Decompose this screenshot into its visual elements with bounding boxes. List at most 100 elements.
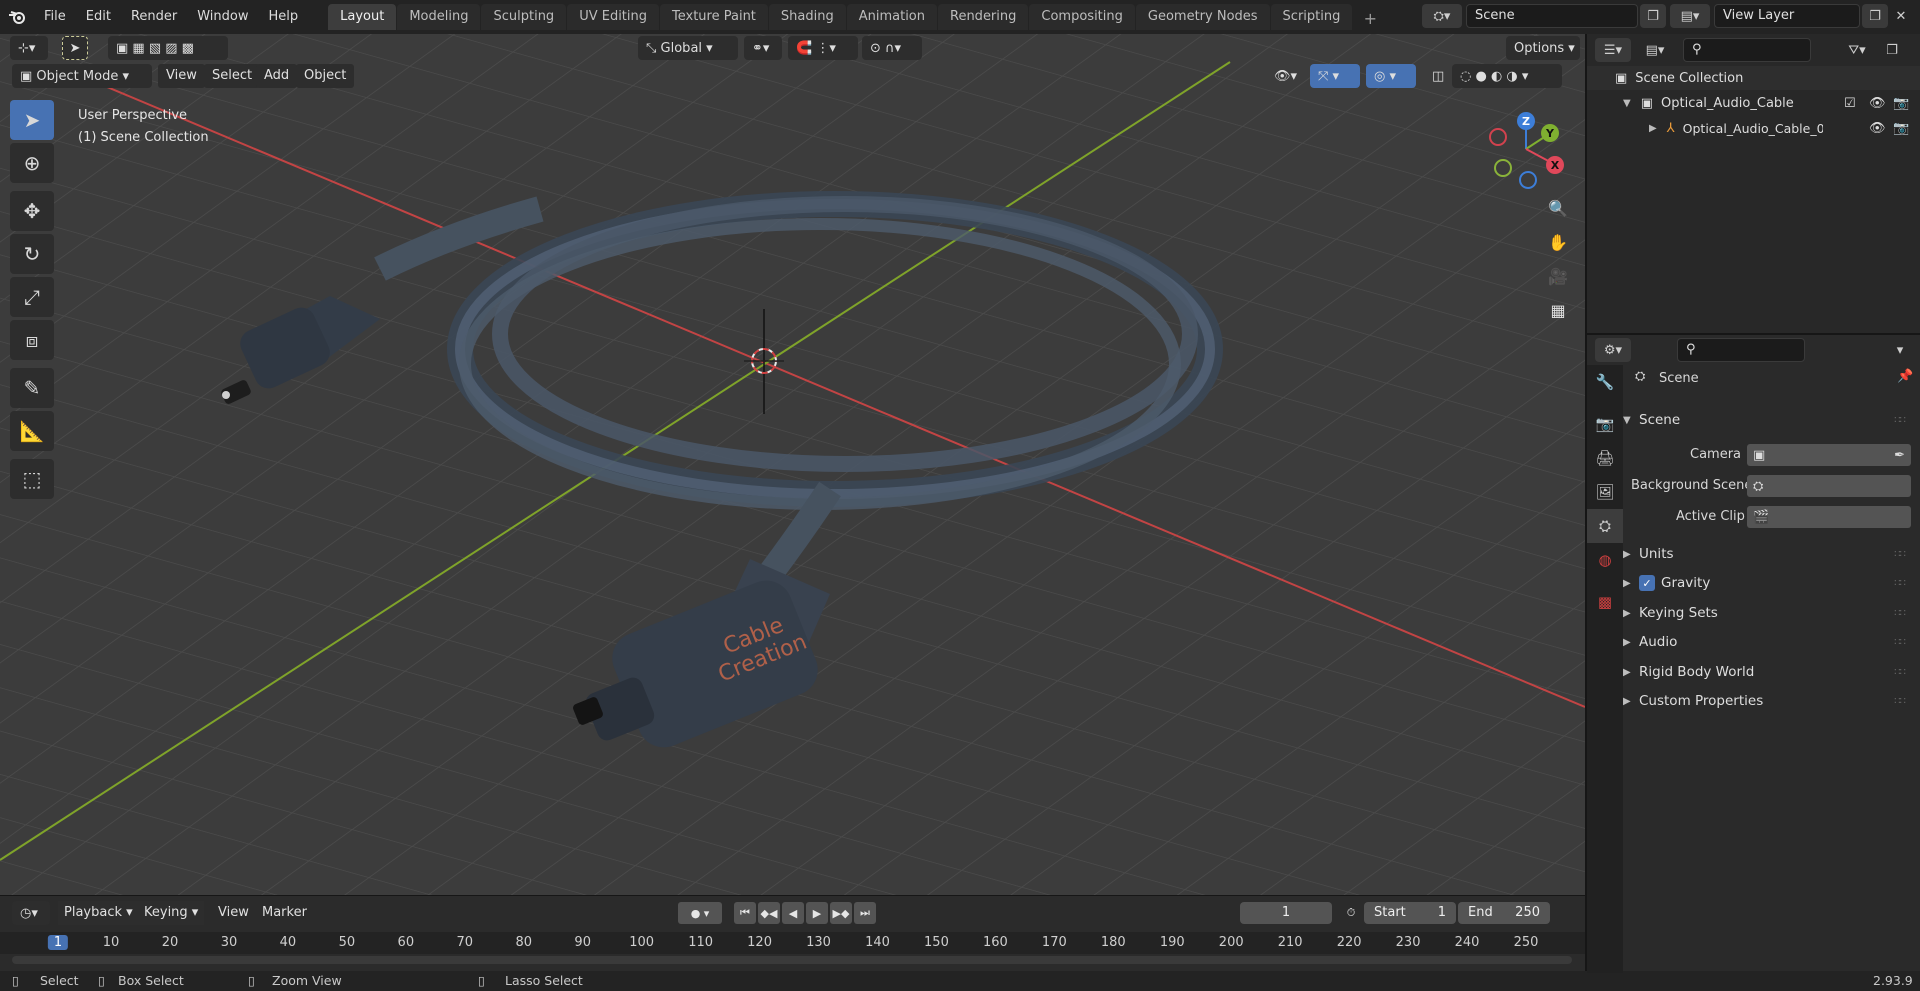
jump-next-keyframe-icon[interactable]: ▶◆: [830, 902, 852, 924]
menu-help[interactable]: Help: [259, 0, 309, 34]
timeline-menu-view[interactable]: View: [212, 901, 255, 925]
menu-edit[interactable]: Edit: [76, 0, 121, 34]
object-mode-dropdown[interactable]: ▣ Object Mode ▾: [12, 64, 152, 88]
timeline-menu-keying[interactable]: Keying ▾: [138, 901, 205, 925]
tab-shading[interactable]: Shading: [768, 4, 846, 30]
properties-search-input[interactable]: ⚲: [1677, 338, 1805, 362]
drag-grip-icon[interactable]: ∷∷: [1894, 549, 1906, 560]
panel-units[interactable]: ▶ Units ∷∷: [1623, 541, 1913, 567]
tab-texture-paint[interactable]: Texture Paint: [660, 4, 768, 30]
ortho-toggle-icon[interactable]: ▦: [1544, 296, 1572, 324]
options-dropdown[interactable]: Options ▾: [1506, 36, 1580, 60]
drag-grip-icon[interactable]: ∷∷: [1894, 608, 1906, 619]
3d-viewport[interactable]: Cable Creation Z Y X ⊹▾ ➤ ▣ ▦ ▧ ▨ ▩ ⤡ Gl…: [0, 34, 1585, 895]
display-mode-icon[interactable]: ▤▾: [1637, 38, 1673, 62]
tab-output-icon[interactable]: 🖨: [1587, 441, 1623, 475]
menu-file[interactable]: File: [34, 0, 76, 34]
background-scene-field[interactable]: ⛭: [1747, 475, 1911, 497]
proportional-edit-icons[interactable]: ⊙ ∩▾: [862, 36, 922, 60]
rotate-tool-icon[interactable]: ↻: [10, 234, 54, 274]
play-icon[interactable]: ▶: [806, 902, 828, 924]
record-keyframes-icon[interactable]: ● ▾: [678, 902, 722, 924]
cursor-tool-icon[interactable]: ⊕: [10, 143, 54, 183]
panel-audio[interactable]: ▶ Audio ∷∷: [1623, 629, 1913, 655]
drag-grip-icon[interactable]: ∷∷: [1894, 415, 1906, 426]
tab-texture-icon[interactable]: ▩: [1587, 585, 1623, 619]
expand-arrow-icon[interactable]: ▶: [1649, 123, 1657, 134]
drag-grip-icon[interactable]: ∷∷: [1894, 578, 1906, 589]
outliner-row-collection[interactable]: ▼ ▣ Optical_Audio_Cable ☑ 👁 📷: [1587, 91, 1920, 115]
expand-arrow-icon[interactable]: ▼: [1623, 98, 1631, 109]
scene-browse-icon[interactable]: ⛭▾: [1422, 4, 1462, 28]
tab-modeling[interactable]: Modeling: [397, 4, 481, 30]
view-layer-browse-icon[interactable]: ▤▾: [1670, 4, 1710, 28]
scene-name-field[interactable]: Scene: [1466, 4, 1638, 28]
new-collection-icon[interactable]: ❐: [1881, 38, 1903, 62]
tab-sculpting[interactable]: Sculpting: [481, 4, 567, 30]
jump-prev-keyframe-icon[interactable]: ◆◀: [758, 902, 780, 924]
filter-icon[interactable]: ⛛▾: [1839, 38, 1875, 62]
visibility-icon[interactable]: 👁▾: [1266, 64, 1306, 88]
timeline-menu-playback[interactable]: Playback ▾: [58, 901, 139, 925]
panel-rigid-body-world[interactable]: ▶ Rigid Body World ∷∷: [1623, 659, 1913, 685]
blender-logo-icon[interactable]: [0, 0, 34, 34]
properties-editor-type-icon[interactable]: ⚙▾: [1595, 338, 1631, 362]
pivot-point-icon[interactable]: ⚭▾: [744, 36, 782, 60]
timeline-editor-type-icon[interactable]: ◷▾: [12, 901, 50, 925]
select-tool-icon[interactable]: ➤: [62, 36, 88, 60]
camera-view-icon[interactable]: 🎥: [1544, 262, 1572, 290]
scale-tool-icon[interactable]: ⤢: [10, 277, 54, 317]
collection-camera-icon[interactable]: 📷: [1893, 96, 1909, 111]
annotate-tool-icon[interactable]: ✎: [10, 368, 54, 408]
viewport-menu-object[interactable]: Object: [296, 64, 355, 88]
tab-animation[interactable]: Animation: [846, 4, 937, 30]
start-frame-field[interactable]: Start 1: [1364, 902, 1456, 924]
editor-type-icon[interactable]: ⊹▾: [10, 36, 48, 60]
active-clip-field[interactable]: 🎬: [1747, 506, 1911, 528]
menu-render[interactable]: Render: [121, 0, 187, 34]
add-workspace-button[interactable]: +: [1359, 8, 1381, 30]
viewport-menu-select[interactable]: Select: [204, 64, 261, 88]
timeline-menu-marker[interactable]: Marker: [256, 901, 313, 925]
overlay-toggle-icon[interactable]: ◎ ▾: [1366, 64, 1416, 88]
viewport-menu-add[interactable]: Add: [256, 64, 298, 88]
tab-compositing[interactable]: Compositing: [1029, 4, 1135, 30]
panel-gravity[interactable]: ▶ ✓ Gravity ∷∷: [1623, 570, 1913, 596]
tab-scripting[interactable]: Scripting: [1270, 4, 1353, 30]
collection-checkbox[interactable]: ☑: [1844, 96, 1856, 111]
tab-layout[interactable]: Layout: [328, 4, 397, 30]
selection-mode-icons[interactable]: ▣ ▦ ▧ ▨ ▩: [108, 36, 228, 60]
drag-grip-icon[interactable]: ∷∷: [1894, 667, 1906, 678]
camera-field[interactable]: ▣ ✒: [1747, 444, 1911, 466]
object-camera-icon[interactable]: 📷: [1893, 121, 1909, 136]
zoom-view-icon[interactable]: 🔍: [1544, 194, 1572, 222]
preview-range-icon[interactable]: ⏱: [1340, 902, 1362, 924]
object-eye-icon[interactable]: 👁: [1869, 121, 1886, 136]
add-cube-tool-icon[interactable]: ⬚: [10, 459, 54, 499]
transform-orientation-dropdown[interactable]: ⤡ Global ▾: [638, 36, 738, 60]
tab-scene-icon[interactable]: ⛭: [1587, 509, 1623, 543]
tab-view-layer-icon[interactable]: 🖼: [1587, 475, 1623, 509]
gravity-checkbox[interactable]: ✓: [1639, 575, 1655, 591]
eyedropper-icon[interactable]: ✒: [1894, 448, 1905, 463]
shading-mode-icons[interactable]: ◌ ● ◐ ◑ ▾: [1452, 64, 1562, 88]
pin-icon[interactable]: 📌: [1897, 369, 1913, 384]
delete-view-layer-icon[interactable]: ✕: [1888, 4, 1914, 28]
current-frame-field[interactable]: 1: [1240, 902, 1332, 924]
drag-grip-icon[interactable]: ∷∷: [1894, 696, 1906, 707]
outliner-editor-type-icon[interactable]: ☰▾: [1595, 38, 1631, 62]
menu-window[interactable]: Window: [187, 0, 258, 34]
jump-end-icon[interactable]: ⏭: [854, 902, 876, 924]
new-view-layer-icon[interactable]: ❐: [1862, 4, 1888, 28]
tab-geometry-nodes[interactable]: Geometry Nodes: [1135, 4, 1270, 30]
viewport-menu-view[interactable]: View: [158, 64, 205, 88]
select-box-tool-icon[interactable]: ➤: [10, 100, 54, 140]
tab-render-icon[interactable]: 📷: [1587, 407, 1623, 441]
pan-view-icon[interactable]: ✋: [1544, 228, 1572, 256]
panel-scene-header[interactable]: ▼ Scene ∷∷: [1623, 407, 1913, 433]
drag-grip-icon[interactable]: ∷∷: [1894, 637, 1906, 648]
tab-tool-icon[interactable]: 🔧: [1587, 365, 1623, 399]
outliner-search-input[interactable]: ⚲: [1683, 38, 1811, 62]
xray-toggle-icon[interactable]: ◫: [1424, 64, 1450, 88]
new-scene-icon[interactable]: ❐: [1640, 4, 1666, 28]
